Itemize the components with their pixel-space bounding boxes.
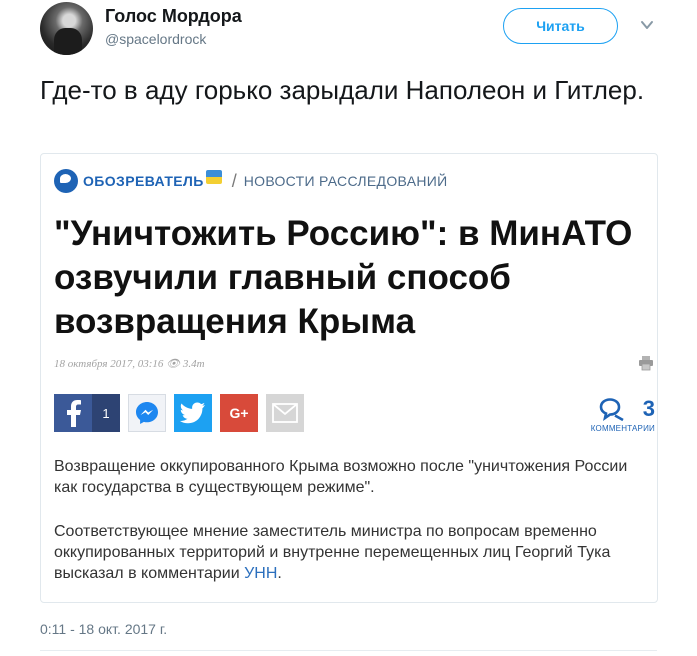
tweet-header: Голос Мордора @spacelordrock Читать: [40, 0, 697, 64]
facebook-share-count: 1: [92, 394, 120, 432]
eye-icon: 👁: [166, 358, 183, 370]
paragraph-text: Соответствующее мнение заместитель минис…: [54, 523, 611, 582]
source-link[interactable]: УНН: [244, 565, 277, 582]
print-icon[interactable]: [638, 355, 654, 371]
logo-separator: /: [231, 170, 237, 191]
tweet-text: Где-то в аду горько зарыдали Наполеон и …: [40, 75, 645, 105]
section-name[interactable]: НОВОСТИ РАССЛЕДОВАНИЙ: [244, 173, 448, 189]
article-views: 3.4т: [182, 358, 205, 370]
article-headline[interactable]: "Уничтожить Россию": в МинАТО озвучили г…: [54, 212, 654, 344]
comments-label: КОММЕНТАРИИ: [590, 424, 655, 433]
tweet-timestamp[interactable]: 0:11 - 18 окт. 2017 г.: [40, 621, 167, 637]
author-name[interactable]: Голос Мордора: [105, 6, 242, 27]
messenger-share-button[interactable]: [128, 394, 166, 432]
link-card[interactable]: ОБОЗРЕВАТЕЛЬ / НОВОСТИ РАССЛЕДОВАНИЙ "Ун…: [40, 153, 658, 603]
facebook-icon: [67, 400, 81, 427]
article-paragraph: Возвращение оккупированного Крыма возмож…: [54, 458, 628, 496]
share-row: 1 G+: [54, 394, 312, 432]
article-meta: 18 октября 2017, 03:16 👁 3.4т: [54, 357, 205, 370]
follow-button[interactable]: Читать: [503, 8, 618, 44]
comments-link[interactable]: 3 КОММЕНТАРИИ: [581, 394, 657, 434]
site-logo-row[interactable]: ОБОЗРЕВАТЕЛЬ / НОВОСТИ РАССЛЕДОВАНИЙ: [54, 166, 447, 196]
googleplus-icon: G+: [229, 405, 249, 421]
twitter-share-button[interactable]: [174, 394, 212, 432]
ua-flag-icon: [205, 170, 222, 184]
divider: [40, 650, 657, 651]
author-handle[interactable]: @spacelordrock: [105, 31, 206, 47]
chevron-down-icon[interactable]: [640, 18, 654, 32]
avatar[interactable]: [40, 2, 93, 55]
article-paragraph: Соответствующее мнение заместитель минис…: [54, 521, 654, 584]
site-name: ОБОЗРЕВАТЕЛЬ: [83, 173, 204, 189]
article-date: 18 октября 2017, 03:16: [54, 358, 164, 370]
twitter-icon: [180, 402, 205, 424]
messenger-icon: [136, 402, 158, 424]
comments-icon: [599, 398, 624, 422]
facebook-share-button[interactable]: [54, 394, 92, 432]
mail-icon: [272, 403, 298, 423]
globe-logo-icon: [54, 169, 78, 193]
email-share-button[interactable]: [266, 394, 304, 432]
paragraph-text-end: .: [277, 565, 282, 582]
googleplus-share-button[interactable]: G+: [220, 394, 258, 432]
comments-count: 3: [642, 396, 655, 421]
